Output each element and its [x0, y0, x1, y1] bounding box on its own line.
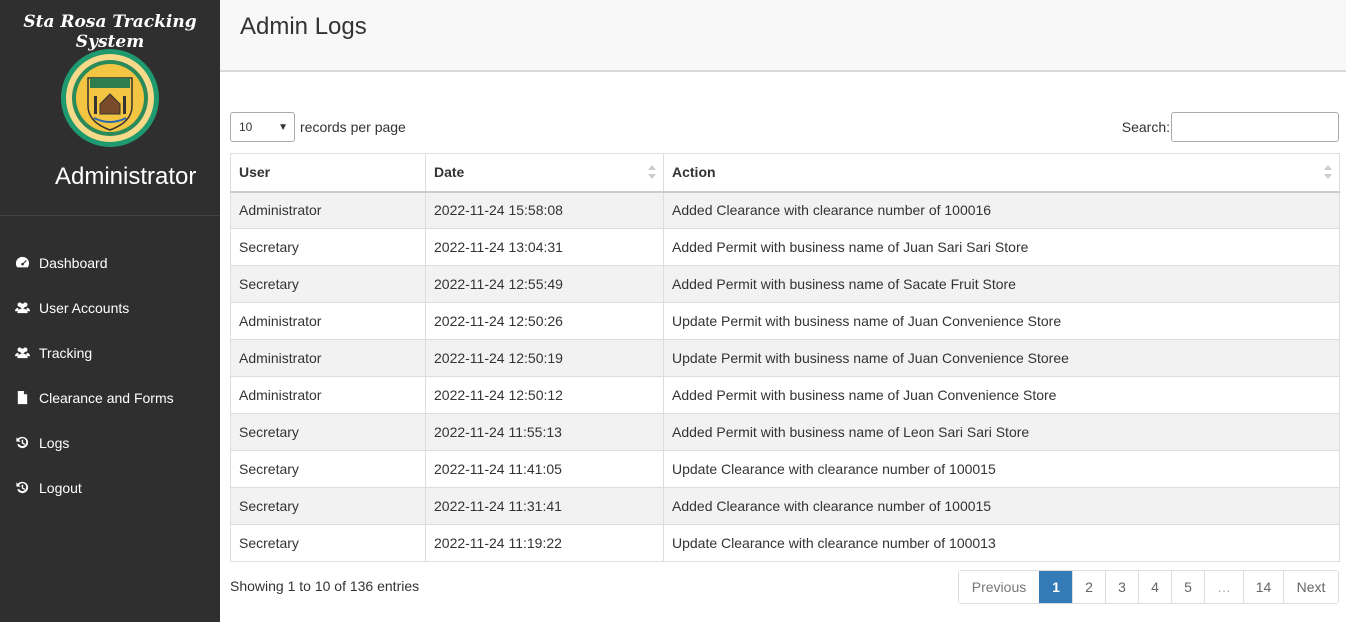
records-per-page-select[interactable]: 10 ▼ [230, 112, 295, 142]
sidebar-item-label: Clearance and Forms [39, 389, 174, 406]
cell-user: Administrator [230, 191, 426, 229]
history-icon [14, 435, 31, 451]
sidebar-item-label: Logout [39, 479, 82, 496]
dashboard-icon [14, 255, 31, 271]
cell-date: 2022-11-24 11:19:22 [425, 524, 664, 562]
logs-table: User Date Action Administrator 2022-11-2… [230, 153, 1340, 562]
column-header-date[interactable]: Date [425, 153, 664, 193]
users-icon [14, 345, 31, 361]
table-row: Administrator 2022-11-24 12:50:12 Added … [230, 376, 1340, 414]
city-seal-logo [61, 49, 159, 147]
cell-user: Administrator [230, 302, 426, 340]
sidebar-divider [0, 215, 220, 216]
table-header-row: User Date Action [230, 153, 1340, 193]
cell-date: 2022-11-24 12:50:19 [425, 339, 664, 377]
column-header-label: Action [672, 164, 716, 181]
sidebar-item-label: Tracking [39, 344, 93, 361]
user-role-label: Administrator [55, 163, 197, 190]
table-row: Secretary 2022-11-24 13:04:31 Added Perm… [230, 228, 1340, 266]
cell-date: 2022-11-24 15:58:08 [425, 191, 664, 229]
pagination: Previous 1 2 3 4 5 … 14 Next [958, 570, 1339, 604]
chevron-down-icon: ▼ [278, 121, 288, 133]
column-header-user[interactable]: User [230, 153, 426, 193]
page-button-2[interactable]: 2 [1072, 571, 1105, 603]
users-icon [14, 300, 31, 316]
cell-action: Added Permit with business name of Juan … [663, 228, 1340, 266]
sidebar-item-user-accounts[interactable]: User Accounts [0, 285, 220, 330]
brand-title: Sta Rosa Tracking System [23, 12, 197, 52]
cell-date: 2022-11-24 12:55:49 [425, 265, 664, 303]
sidebar: Sta Rosa Tracking System Administrator D… [0, 0, 220, 622]
sidebar-item-tracking[interactable]: Tracking [0, 330, 220, 375]
cell-action: Update Permit with business name of Juan… [663, 339, 1340, 377]
table-row: Secretary 2022-11-24 11:41:05 Update Cle… [230, 450, 1340, 488]
cell-action: Added Clearance with clearance number of… [663, 487, 1340, 525]
sidebar-item-label: Dashboard [39, 254, 108, 271]
cell-user: Secretary [230, 487, 426, 525]
cell-date: 2022-11-24 12:50:26 [425, 302, 664, 340]
cell-action: Added Clearance with clearance number of… [663, 191, 1340, 229]
cell-user: Administrator [230, 339, 426, 377]
sidebar-item-label: Logs [39, 434, 70, 451]
table-row: Secretary 2022-11-24 11:31:41 Added Clea… [230, 487, 1340, 525]
sidebar-item-dashboard[interactable]: Dashboard [0, 240, 220, 285]
page-button-5[interactable]: 5 [1171, 571, 1204, 603]
cell-date: 2022-11-24 11:41:05 [425, 450, 664, 488]
page-button-14[interactable]: 14 [1243, 571, 1283, 603]
next-page-button[interactable]: Next [1283, 571, 1338, 603]
sidebar-item-clearance-and-forms[interactable]: Clearance and Forms [0, 375, 220, 420]
column-header-action[interactable]: Action [663, 153, 1340, 193]
cell-date: 2022-11-24 12:50:12 [425, 376, 664, 414]
search-label: Search: [1121, 119, 1170, 135]
search-input[interactable] [1171, 112, 1339, 142]
table-row: Secretary 2022-11-24 12:55:49 Added Perm… [230, 265, 1340, 303]
cell-user: Secretary [230, 450, 426, 488]
sidebar-item-logs[interactable]: Logs [0, 420, 220, 465]
page-button-1[interactable]: 1 [1039, 571, 1072, 603]
page-button-3[interactable]: 3 [1105, 571, 1138, 603]
cell-action: Update Permit with business name of Juan… [663, 302, 1340, 340]
sidebar-item-label: User Accounts [39, 299, 130, 316]
history-icon [14, 480, 31, 496]
cell-user: Secretary [230, 413, 426, 451]
column-header-label: User [239, 164, 271, 181]
sort-icon [648, 165, 656, 181]
table-row: Administrator 2022-11-24 15:58:08 Added … [230, 191, 1340, 229]
records-per-page-control: 10 ▼ records per page [230, 112, 406, 142]
pagination-ellipsis: … [1204, 571, 1243, 603]
cell-action: Update Clearance with clearance number o… [663, 450, 1340, 488]
search-control: Search: [1122, 112, 1339, 142]
cell-user: Secretary [230, 265, 426, 303]
records-per-page-label: records per page [300, 119, 406, 135]
cell-date: 2022-11-24 11:31:41 [425, 487, 664, 525]
file-icon [14, 390, 31, 406]
cell-user: Secretary [230, 524, 426, 562]
sidebar-item-logout[interactable]: Logout [0, 465, 220, 510]
previous-page-button[interactable]: Previous [959, 571, 1039, 603]
cell-action: Added Permit with business name of Juan … [663, 376, 1340, 414]
table-row: Secretary 2022-11-24 11:19:22 Update Cle… [230, 524, 1340, 562]
cell-date: 2022-11-24 13:04:31 [425, 228, 664, 266]
cell-action: Update Clearance with clearance number o… [663, 524, 1340, 562]
sidebar-nav: Dashboard User Accounts Tracking Clearan… [0, 240, 220, 510]
cell-user: Secretary [230, 228, 426, 266]
cell-action: Added Permit with business name of Sacat… [663, 265, 1340, 303]
column-header-label: Date [434, 164, 465, 181]
sort-icon [1324, 165, 1332, 181]
cell-action: Added Permit with business name of Leon … [663, 413, 1340, 451]
table-row: Administrator 2022-11-24 12:50:19 Update… [230, 339, 1340, 377]
cell-date: 2022-11-24 11:55:13 [425, 413, 664, 451]
table-info: Showing 1 to 10 of 136 entries [230, 578, 420, 594]
page-title: Admin Logs [240, 13, 367, 40]
page-button-4[interactable]: 4 [1138, 571, 1171, 603]
cell-user: Administrator [230, 376, 426, 414]
table-row: Administrator 2022-11-24 12:50:26 Update… [230, 302, 1340, 340]
page-header: Admin Logs [220, 0, 1346, 72]
table-row: Secretary 2022-11-24 11:55:13 Added Perm… [230, 413, 1340, 451]
records-per-page-value: 10 [239, 120, 253, 134]
